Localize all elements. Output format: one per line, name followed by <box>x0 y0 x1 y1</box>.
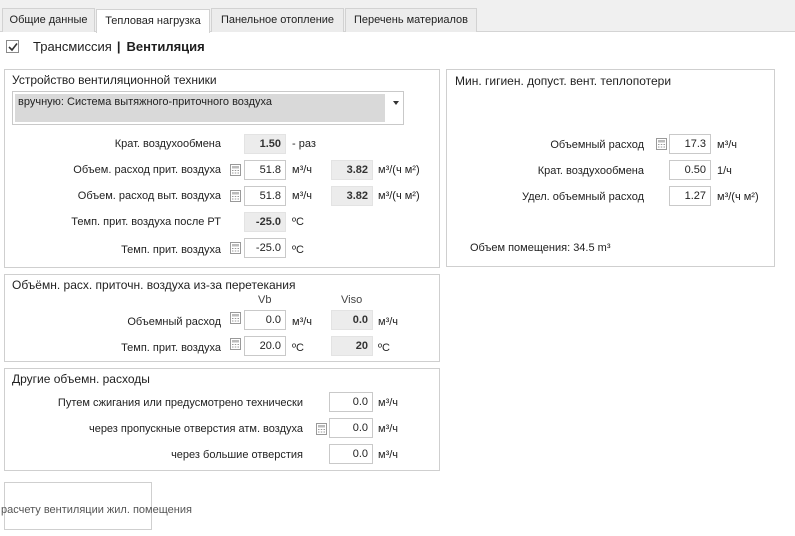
air-exchange-field: 1.50 <box>244 134 286 154</box>
combustion-label: Путем сжигания или предусмотрено техниче… <box>57 397 303 409</box>
mh-air-exchange-field[interactable]: 0.50 <box>669 160 711 180</box>
tab-materials[interactable]: Перечень материалов <box>345 8 477 32</box>
overflow-supply-temp-field[interactable]: 20.0 <box>244 336 286 356</box>
combustion-unit: м³/ч <box>378 397 399 409</box>
ventilation-system-value: вручную: Система вытяжного-приточного во… <box>15 94 385 122</box>
residential-ventilation-button-label: расчету вентиляции жил. помещения <box>1 504 192 516</box>
min-hygiene-panel: Мин. гигиен. допуст. вент. теплопотери О… <box>446 69 775 267</box>
large-openings-unit: м³/ч <box>378 449 399 461</box>
chevron-down-icon <box>393 101 399 105</box>
mh-air-exchange-unit: 1/ч <box>717 165 732 177</box>
column-vb-header: Vb <box>258 294 272 306</box>
subtab-ventilation[interactable]: Вентиляция <box>127 39 205 54</box>
temp-after-rt-label: Темп. прит. воздуха после РТ <box>71 216 221 228</box>
checkmark-icon <box>8 42 18 51</box>
overflow-viso-temp-field: 20 <box>331 336 373 356</box>
mh-air-exchange-label: Крат. воздухообмена <box>537 165 644 177</box>
overflow-supply-temp-unit: ºC <box>292 342 304 354</box>
calculator-icon[interactable] <box>230 190 241 202</box>
mh-specific-flow-field[interactable]: 1.27 <box>669 186 711 206</box>
supply-temp-label: Темп. прит. воздуха <box>121 244 221 256</box>
overflow-panel: Объёмн. расх. приточн. воздуха из-за пер… <box>4 274 440 362</box>
supply-flow-specific-field: 3.82 <box>331 160 373 180</box>
air-exchange-label: Крат. воздухообмена <box>114 138 221 150</box>
mh-volume-flow-label: Объемный расход <box>550 139 644 151</box>
supply-temp-field[interactable]: -25.0 <box>244 238 286 258</box>
calculator-icon[interactable] <box>230 312 241 324</box>
other-flows-title: Другие объемн. расходы <box>12 372 150 386</box>
residential-ventilation-button[interactable]: расчету вентиляции жил. помещения <box>1 482 192 530</box>
overflow-volume-flow-unit: м³/ч <box>292 316 313 328</box>
supply-flow-field[interactable]: 51.8 <box>244 160 286 180</box>
min-hygiene-title: Мин. гигиен. допуст. вент. теплопотери <box>455 74 672 88</box>
atm-openings-label: через пропускные отверстия атм. воздуха <box>88 423 303 435</box>
overflow-viso-flow-field: 0.0 <box>331 310 373 330</box>
mh-specific-flow-unit: м³/(ч м²) <box>717 191 759 203</box>
calculator-icon[interactable] <box>230 164 241 176</box>
calculator-icon[interactable] <box>230 242 241 254</box>
large-openings-field[interactable]: 0.0 <box>329 444 373 464</box>
exhaust-flow-unit: м³/ч <box>292 190 313 202</box>
column-viso-header: Viso <box>341 294 363 306</box>
calculator-icon[interactable] <box>656 138 667 150</box>
atm-openings-field[interactable]: 0.0 <box>329 418 373 438</box>
overflow-viso-flow-unit: м³/ч <box>378 316 399 328</box>
mh-volume-flow-unit: м³/ч <box>717 139 738 151</box>
overflow-supply-temp-label: Темп. прит. воздуха <box>121 342 221 354</box>
exhaust-flow-label: Объем. расход выт. воздуха <box>77 190 221 202</box>
exhaust-flow-specific-field: 3.82 <box>331 186 373 206</box>
overflow-volume-flow-label: Объемный расход <box>127 316 221 328</box>
ventilation-device-title: Устройство вентиляционной техники <box>12 73 217 87</box>
mh-volume-flow-field[interactable]: 17.3 <box>669 134 711 154</box>
overflow-viso-temp-unit: ºC <box>378 342 390 354</box>
exhaust-flow-field[interactable]: 51.8 <box>244 186 286 206</box>
tab-bar: Общие данные Тепловая нагрузка Панельное… <box>0 0 795 33</box>
tab-panel-heating[interactable]: Панельное отопление <box>211 8 344 32</box>
calculator-icon[interactable] <box>316 423 327 435</box>
room-volume-text: Объем помещения: 34.5 m³ <box>470 242 611 254</box>
subtab-separator: | <box>116 38 121 54</box>
ventilation-device-panel: Устройство вентиляционной техники вручну… <box>4 69 440 268</box>
supply-temp-unit: ºC <box>292 244 304 256</box>
overflow-volume-flow-field[interactable]: 0.0 <box>244 310 286 330</box>
transmission-checkbox[interactable] <box>6 39 19 53</box>
supply-flow-specific-unit: м³/(ч м²) <box>378 164 420 176</box>
other-flows-panel: Другие объемн. расходы Путем сжигания ил… <box>4 368 440 471</box>
supply-flow-label: Объем. расход прит. воздуха <box>73 164 221 176</box>
atm-openings-unit: м³/ч <box>378 423 399 435</box>
temp-after-rt-field: -25.0 <box>244 212 286 232</box>
supply-flow-unit: м³/ч <box>292 164 313 176</box>
large-openings-label: через большие отверстия <box>171 449 303 461</box>
mh-specific-flow-label: Удел. объемный расход <box>521 191 644 203</box>
ventilation-system-select[interactable]: вручную: Система вытяжного-приточного во… <box>12 91 404 125</box>
exhaust-flow-specific-unit: м³/(ч м²) <box>378 190 420 202</box>
subtab-transmission[interactable]: Трансмиссия <box>33 39 112 54</box>
temp-after-rt-unit: ºC <box>292 216 304 228</box>
calculator-icon[interactable] <box>230 338 241 350</box>
air-exchange-unit: - раз <box>292 138 316 150</box>
overflow-title: Объёмн. расх. приточн. воздуха из-за пер… <box>12 278 296 292</box>
combustion-field[interactable]: 0.0 <box>329 392 373 412</box>
tab-general[interactable]: Общие данные <box>2 8 95 32</box>
tab-heat-load[interactable]: Тепловая нагрузка <box>96 9 210 33</box>
subtab-row: Трансмиссия | Вентиляция <box>6 37 205 55</box>
